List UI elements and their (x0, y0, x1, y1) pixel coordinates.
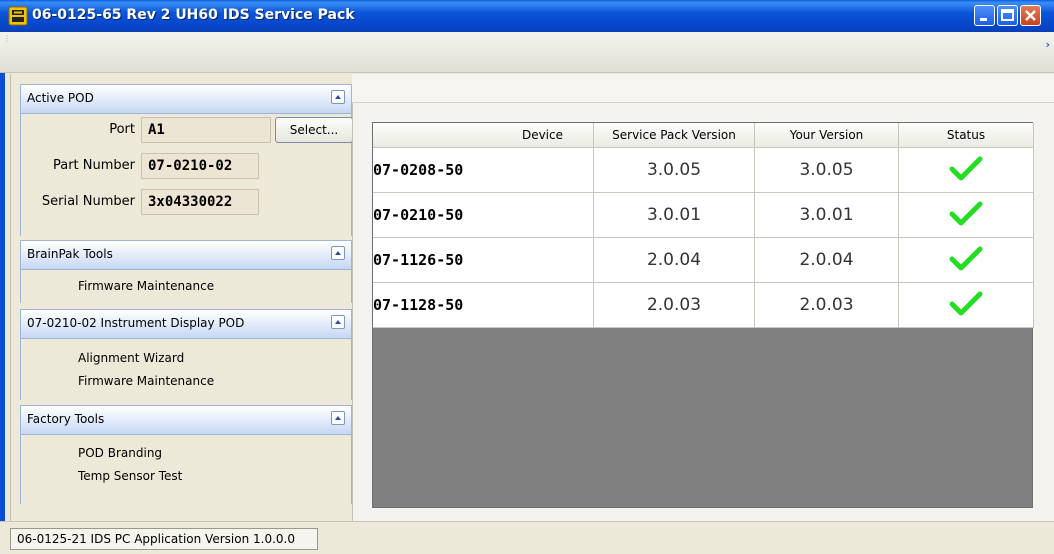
port-field[interactable]: A1 (141, 117, 271, 143)
service-pack-version-cell: 3.0.05 (593, 147, 755, 193)
column-header-service-pack-version[interactable]: Service Pack Version (593, 123, 755, 148)
pod-branding-link[interactable]: POD Branding (78, 446, 162, 460)
collapse-icon[interactable] (331, 411, 345, 425)
app-icon (8, 6, 28, 26)
collapse-icon[interactable] (331, 315, 345, 329)
check-icon (949, 291, 983, 315)
device-cell: 07-0208-50 (373, 147, 594, 193)
active-pod-header[interactable]: Active POD (21, 85, 351, 114)
collapse-icon[interactable] (331, 246, 345, 260)
serial-number-label: Serial Number (41, 194, 135, 209)
column-header-device[interactable]: Device (373, 123, 594, 148)
part-number-field[interactable]: 07-0210-02 (141, 153, 259, 179)
device-cell: 07-1126-50 (373, 237, 594, 283)
port-label: Port (109, 122, 135, 137)
toolstrip-overflow-icon[interactable]: › (1045, 38, 1050, 51)
factory-tools-header[interactable]: Factory Tools (21, 406, 351, 435)
factory-tools-title: Factory Tools (27, 412, 105, 426)
your-version-cell: 3.0.05 (754, 147, 899, 193)
check-icon (949, 156, 983, 180)
factory-tools-body: POD Branding Temp Sensor Test (21, 435, 351, 504)
table-row[interactable]: 07-0208-50 3.0.05 3.0.05 (373, 147, 1034, 193)
main-panel-header (352, 74, 1054, 103)
table-header-row: Device Service Pack Version Your Version… (373, 123, 1034, 148)
status-text: 06-0125-21 IDS PC Application Version 1.… (10, 528, 318, 550)
your-version-cell: 2.0.04 (754, 237, 899, 283)
window-frame-left (0, 32, 5, 553)
close-icon (1025, 10, 1036, 21)
toolstrip-grip-icon[interactable]: ⋮ (3, 35, 11, 49)
active-pod-group: Active POD Port A1 Select... Part Number… (20, 84, 353, 236)
alignment-wizard-link[interactable]: Alignment Wizard (78, 351, 184, 365)
brainpak-firmware-maintenance-link[interactable]: Firmware Maintenance (78, 279, 214, 293)
brainpak-tools-header[interactable]: BrainPak Tools (21, 241, 351, 270)
table-row[interactable]: 07-1126-50 2.0.04 2.0.04 (373, 237, 1034, 283)
active-pod-title: Active POD (27, 91, 94, 105)
title-bar[interactable]: 06-0125-65 Rev 2 UH60 IDS Service Pack (0, 0, 1054, 32)
maximize-button[interactable] (997, 5, 1018, 26)
serial-number-field[interactable]: 3x04330022 (141, 189, 259, 215)
check-icon (949, 246, 983, 270)
your-version-cell: 3.0.01 (754, 192, 899, 238)
status-cell (898, 147, 1034, 193)
table-row[interactable]: 07-1128-50 2.0.03 2.0.03 (373, 282, 1034, 328)
factory-tools-group: Factory Tools POD Branding Temp Sensor T… (20, 405, 352, 504)
column-header-status[interactable]: Status (898, 123, 1034, 148)
device-table: Device Service Pack Version Your Version… (373, 123, 1034, 328)
active-pod-body: Port A1 Select... Part Number 07-0210-02… (21, 114, 353, 236)
service-pack-version-cell: 2.0.04 (593, 237, 755, 283)
part-number-label: Part Number (52, 158, 135, 173)
service-pack-version-cell: 3.0.01 (593, 192, 755, 238)
status-cell (898, 282, 1034, 328)
check-icon (949, 201, 983, 225)
status-cell (898, 237, 1034, 283)
collapse-icon[interactable] (331, 90, 345, 104)
instrument-display-pod-group: 07-0210-02 Instrument Display POD Alignm… (20, 309, 352, 400)
brainpak-tools-title: BrainPak Tools (27, 247, 113, 261)
brainpak-tools-body: Firmware Maintenance (21, 270, 351, 303)
maximize-icon (1001, 9, 1014, 21)
device-cell: 07-1128-50 (373, 282, 594, 328)
service-pack-version-cell: 2.0.03 (593, 282, 755, 328)
brainpak-tools-group: BrainPak Tools Firmware Maintenance (20, 240, 352, 303)
status-cell (898, 192, 1034, 238)
temp-sensor-test-link[interactable]: Temp Sensor Test (78, 469, 182, 483)
instrument-firmware-maintenance-link[interactable]: Firmware Maintenance (78, 374, 214, 388)
column-header-your-version[interactable]: Your Version (754, 123, 899, 148)
minimize-icon (980, 18, 987, 21)
instrument-display-pod-header[interactable]: 07-0210-02 Instrument Display POD (21, 310, 351, 339)
minimize-button[interactable] (974, 5, 995, 26)
select-port-button[interactable]: Select... (275, 117, 353, 143)
device-grid[interactable]: Device Service Pack Version Your Version… (372, 122, 1034, 508)
device-cell: 07-0210-50 (373, 192, 594, 238)
instrument-display-pod-title: 07-0210-02 Instrument Display POD (27, 316, 245, 330)
toolstrip (0, 32, 1054, 73)
window-title: 06-0125-65 Rev 2 UH60 IDS Service Pack (32, 7, 355, 23)
close-button[interactable] (1020, 5, 1041, 26)
instrument-display-pod-body: Alignment Wizard Firmware Maintenance (21, 339, 351, 400)
table-row[interactable]: 07-0210-50 3.0.01 3.0.01 (373, 192, 1034, 238)
your-version-cell: 2.0.03 (754, 282, 899, 328)
